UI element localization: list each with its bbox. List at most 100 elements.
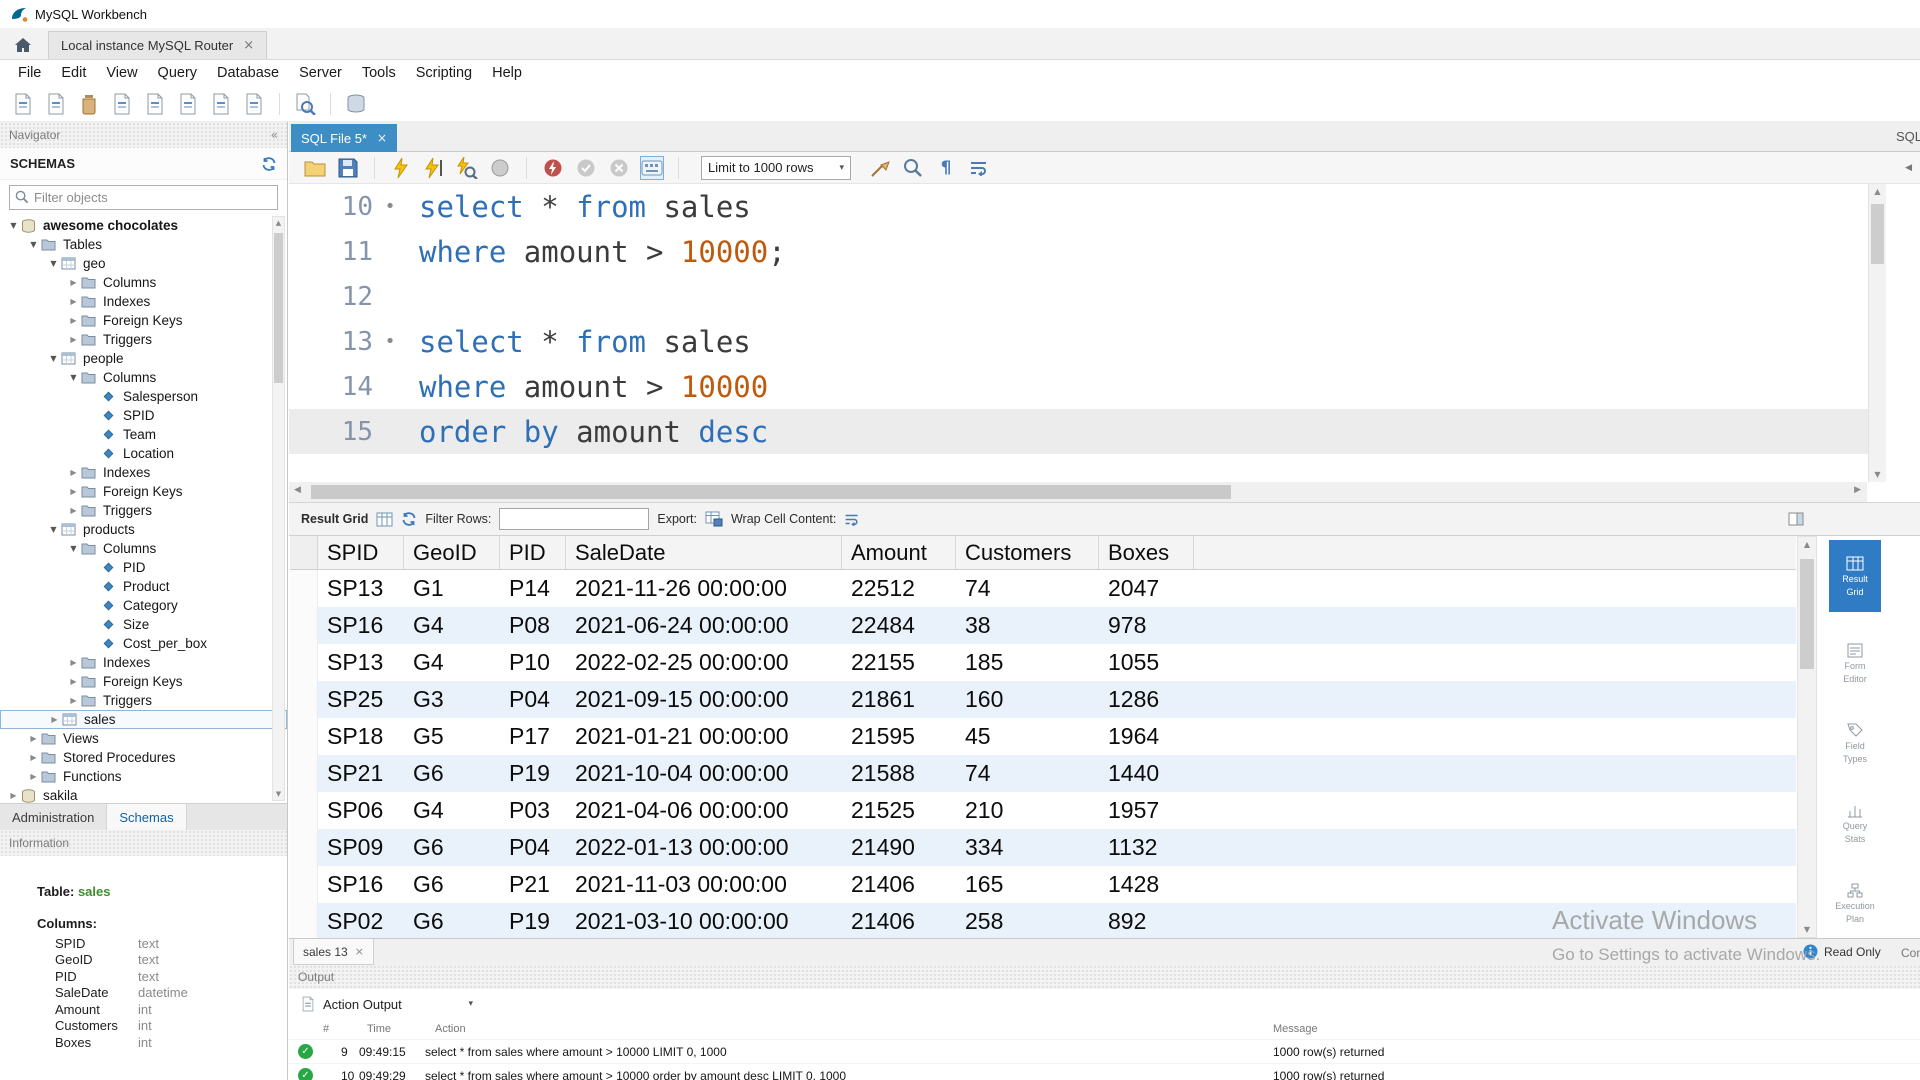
scroll-up-icon[interactable]: ▲: [273, 219, 284, 227]
sql-file-tab[interactable]: SQL File 5* ×: [291, 124, 397, 152]
menu-file[interactable]: File: [8, 63, 51, 83]
code-line[interactable]: 14where amount > 10000: [289, 364, 1868, 409]
find-icon[interactable]: [901, 156, 925, 180]
rollback-icon[interactable]: [607, 156, 631, 180]
scrollbar-thumb[interactable]: [311, 485, 1231, 499]
search-objects-icon[interactable]: [292, 91, 318, 117]
grid-row[interactable]: SP13G1P142021-11-26 00:00:0022512742047: [290, 570, 1796, 607]
editor-vertical-scrollbar[interactable]: ▲ ▼: [1868, 184, 1886, 482]
save-file-icon[interactable]: [336, 156, 360, 180]
filter-rows-input[interactable]: [499, 508, 649, 530]
collapse-sql-additions-icon[interactable]: ◀: [1905, 163, 1912, 173]
tree-item-salesperson[interactable]: Salesperson: [0, 387, 287, 406]
scroll-down-icon[interactable]: ▼: [1869, 470, 1886, 479]
sql-code-editor[interactable]: 10•select * from sales11where amount > 1…: [289, 184, 1868, 482]
tree-collapsed-icon[interactable]: ▶: [66, 487, 81, 496]
tree-collapsed-icon[interactable]: ▶: [66, 696, 81, 705]
filter-objects-input[interactable]: [34, 190, 272, 205]
tree-item-indexes[interactable]: ▶Indexes: [0, 653, 287, 672]
invisibles-icon[interactable]: ¶: [934, 156, 958, 180]
menu-tools[interactable]: Tools: [352, 63, 406, 83]
filter-objects-box[interactable]: [9, 185, 278, 210]
menu-edit[interactable]: Edit: [51, 63, 96, 83]
grid-header-amount[interactable]: Amount: [842, 536, 956, 569]
execute-icon[interactable]: [389, 156, 413, 180]
scroll-down-icon[interactable]: ▼: [273, 790, 284, 798]
scrollbar-thumb[interactable]: [1871, 204, 1884, 264]
sidebar-tab-schemas[interactable]: Schemas: [107, 804, 186, 830]
grid-header-boxes[interactable]: Boxes: [1099, 536, 1194, 569]
scroll-right-icon[interactable]: ▶: [1854, 485, 1861, 495]
tree-item-functions[interactable]: ▶Functions: [0, 767, 287, 786]
grid-header-customers[interactable]: Customers: [956, 536, 1099, 569]
code-line[interactable]: 12: [289, 274, 1868, 319]
db-connection-icon[interactable]: [343, 91, 369, 117]
scrollbar-thumb[interactable]: [1800, 559, 1814, 669]
open-file-icon[interactable]: [303, 156, 327, 180]
explain-icon[interactable]: [455, 156, 479, 180]
sql-tab-close-icon[interactable]: ×: [377, 131, 387, 145]
grid-row[interactable]: SP25G3P042021-09-15 00:00:00218611601286: [290, 681, 1796, 718]
grid-row[interactable]: SP09G6P042022-01-13 00:00:00214903341132: [290, 829, 1796, 866]
side-tab-result-grid[interactable]: ResultGrid: [1829, 540, 1881, 612]
menu-help[interactable]: Help: [482, 63, 532, 83]
tree-item-foreign-keys[interactable]: ▶Foreign Keys: [0, 672, 287, 691]
export-sql-icon[interactable]: [142, 91, 168, 117]
tree-collapsed-icon[interactable]: ▶: [66, 297, 81, 306]
tree-item-triggers[interactable]: ▶Triggers: [0, 330, 287, 349]
result-tab[interactable]: sales 13 ×: [293, 939, 374, 965]
panel-toggle-icon[interactable]: [1788, 512, 1804, 526]
tree-item-triggers[interactable]: ▶Triggers: [0, 501, 287, 520]
tree-item-columns[interactable]: ▼Columns: [0, 539, 287, 558]
side-tab-execution-plan[interactable]: ExecutionPlan: [1829, 874, 1881, 932]
menu-scripting[interactable]: Scripting: [406, 63, 482, 83]
tree-collapsed-icon[interactable]: ▶: [26, 734, 41, 743]
tree-expanded-icon[interactable]: ▼: [66, 544, 81, 553]
grid-row[interactable]: SP13G4P102022-02-25 00:00:00221551851055: [290, 644, 1796, 681]
tree-item-geo[interactable]: ▼geo: [0, 254, 287, 273]
redo-doc-icon[interactable]: [241, 91, 267, 117]
tree-collapsed-icon[interactable]: ▶: [26, 772, 41, 781]
connection-tab-close-icon[interactable]: ×: [243, 38, 254, 53]
toggle-stop-on-error-icon[interactable]: [541, 156, 565, 180]
tree-item-triggers[interactable]: ▶Triggers: [0, 691, 287, 710]
tree-expanded-icon[interactable]: ▼: [46, 525, 61, 534]
tree-collapsed-icon[interactable]: ▶: [66, 316, 81, 325]
tree-expanded-icon[interactable]: ▼: [46, 259, 61, 268]
tree-item-people[interactable]: ▼people: [0, 349, 287, 368]
side-tab-form-editor[interactable]: FormEditor: [1829, 634, 1881, 692]
connection-tab[interactable]: Local instance MySQL Router ×: [48, 31, 267, 59]
tree-item-sakila[interactable]: ▶sakila: [0, 786, 287, 803]
export-recordset-icon[interactable]: [705, 511, 723, 527]
grid-view-icon[interactable]: [376, 512, 393, 527]
grid-row[interactable]: SP02G6P192021-03-10 00:00:0021406258892: [290, 903, 1796, 938]
tree-item-indexes[interactable]: ▶Indexes: [0, 292, 287, 311]
scroll-up-icon[interactable]: ▲: [1798, 540, 1816, 549]
tree-expanded-icon[interactable]: ▼: [46, 354, 61, 363]
tree-item-spid[interactable]: SPID: [0, 406, 287, 425]
tree-item-category[interactable]: Category: [0, 596, 287, 615]
tree-item-columns[interactable]: ▶Columns: [0, 273, 287, 292]
autocomplete-icon[interactable]: [640, 156, 664, 180]
tree-collapsed-icon[interactable]: ▶: [26, 753, 41, 762]
save-script-icon[interactable]: [109, 91, 135, 117]
output-mode-select[interactable]: Action Output ▾: [323, 997, 473, 1012]
tree-collapsed-icon[interactable]: ▶: [66, 468, 81, 477]
commit-icon[interactable]: [574, 156, 598, 180]
wrap-text-icon[interactable]: [967, 156, 991, 180]
grid-vertical-scrollbar[interactable]: ▲ ▼: [1797, 536, 1817, 938]
tree-expanded-icon[interactable]: ▼: [26, 240, 41, 249]
editor-horizontal-scrollbar[interactable]: ◀ ▶: [289, 482, 1867, 502]
output-row[interactable]: ✓909:49:15select * from sales where amou…: [289, 1039, 1920, 1063]
tree-expanded-icon[interactable]: ▼: [6, 221, 21, 230]
tree-item-tables[interactable]: ▼Tables: [0, 235, 287, 254]
menu-database[interactable]: Database: [207, 63, 289, 83]
grid-row[interactable]: SP16G4P082021-06-24 00:00:002248438978: [290, 607, 1796, 644]
tree-collapsed-icon[interactable]: ▶: [66, 658, 81, 667]
tree-item-indexes[interactable]: ▶Indexes: [0, 463, 287, 482]
tree-item-foreign-keys[interactable]: ▶Foreign Keys: [0, 482, 287, 501]
scroll-left-icon[interactable]: ◀: [294, 485, 301, 495]
tree-collapsed-icon[interactable]: ▶: [6, 791, 21, 800]
execute-current-icon[interactable]: [422, 156, 446, 180]
tree-item-pid[interactable]: PID: [0, 558, 287, 577]
